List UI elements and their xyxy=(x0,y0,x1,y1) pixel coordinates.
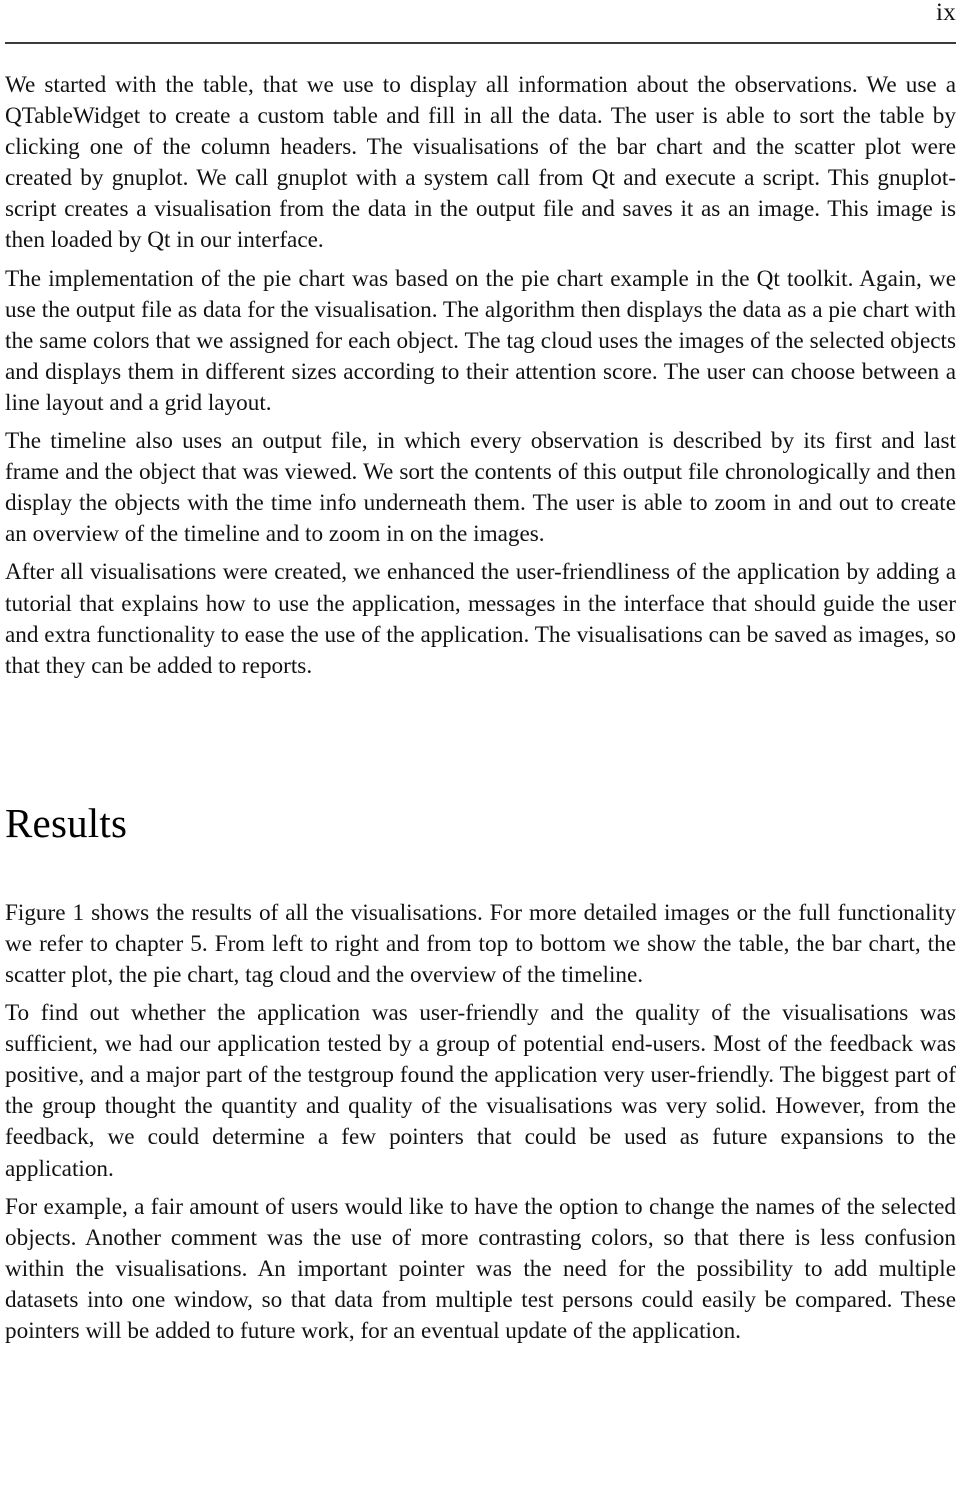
paragraph: Figure 1 shows the results of all the vi… xyxy=(5,899,956,988)
running-header: ix xyxy=(5,0,956,38)
body-text-block: We started with the table, that we use t… xyxy=(5,44,956,682)
section-heading-results: Results xyxy=(5,799,128,846)
document-page: ix We started with the table, that we us… xyxy=(0,0,960,1491)
paragraph: We started with the table, that we use t… xyxy=(5,72,956,254)
paragraph: After all visualisations were created, w… xyxy=(5,559,956,679)
paragraph: The timeline also uses an output file, i… xyxy=(5,428,956,548)
paragraph: To find out whether the application was … xyxy=(5,1000,956,1182)
paragraph: For example, a fair amount of users woul… xyxy=(5,1193,956,1344)
results-text-block: Figure 1 shows the results of all the vi… xyxy=(5,898,956,1347)
page-number: ix xyxy=(935,0,956,26)
heading-spacer xyxy=(5,846,956,898)
paragraph: The implementation of the pie chart was … xyxy=(5,265,956,416)
